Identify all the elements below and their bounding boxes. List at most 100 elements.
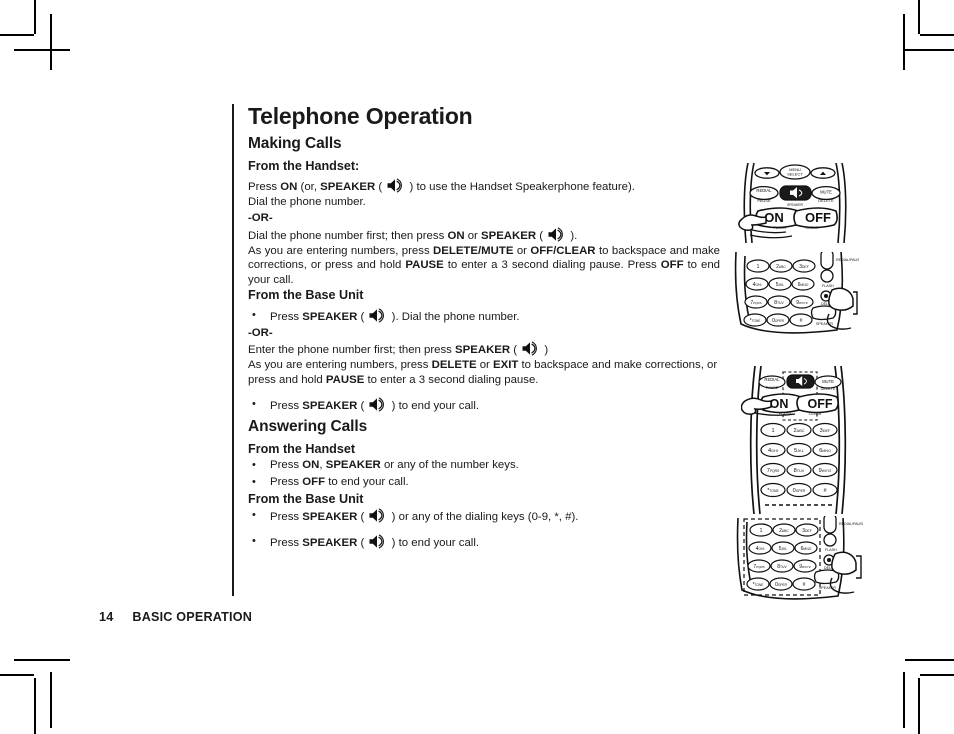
- main-content: Telephone Operation Making Calls From th…: [248, 103, 720, 552]
- section-heading-answering-calls: Answering Calls: [248, 417, 368, 435]
- text-press-6: Press: [270, 511, 303, 524]
- key-on-2: ON: [447, 229, 465, 242]
- crop-mark-bottom-left-inner-vertical: [50, 672, 52, 728]
- crop-mark-bottom-right-inner-vertical: [903, 672, 905, 728]
- key-pause-2: PAUSE: [325, 374, 365, 387]
- content-vertical-rule: [232, 104, 234, 596]
- crop-mark-top-right-inner-vertical: [903, 14, 905, 70]
- crop-mark-top-left-inner-vertical: [50, 14, 52, 70]
- svg-text:SPEAKER: SPEAKER: [787, 203, 804, 207]
- text-as-you-entering-2: As you are entering numbers, press: [248, 359, 432, 372]
- svg-text:PAUSE: PAUSE: [757, 198, 771, 203]
- page-number: 14: [99, 610, 114, 624]
- subheading-answering-from-handset: From the Handset: [248, 441, 356, 456]
- illustration-handset-top-keys: MENU SELECT REDIAL PAUSE MUTE DELETE SPE…: [734, 163, 856, 243]
- subheading-answering-from-base-unit: From the Base Unit: [248, 491, 364, 506]
- illustration-base-unit-dialing-keys: 1 2ABC 3DEF 4GHI 5JKL 6MNO 7PQRS 8TUV 9WXYZ *T…: [735, 516, 863, 614]
- crop-mark-top-right-inner-horizontal: [905, 49, 954, 51]
- text-press-7: Press: [270, 537, 303, 550]
- text-or-word: or: [464, 229, 482, 242]
- svg-text:FLASH: FLASH: [825, 548, 837, 552]
- text-open-paren: (: [375, 181, 386, 194]
- svg-text:DEL: DEL: [821, 302, 828, 306]
- speaker-icon: [521, 341, 540, 357]
- crop-mark-top-left-inner-horizontal: [14, 49, 70, 51]
- svg-text:MUTE: MUTE: [822, 379, 834, 384]
- crop-mark-bottom-right-horizontal: [920, 674, 954, 676]
- bullet-glyph: •: [252, 509, 256, 522]
- crop-mark-top-left-horizontal: [0, 34, 34, 36]
- speaker-icon: [368, 397, 387, 412]
- text-dialing-keys: ) or any of the dialing keys (0-9, *, #)…: [388, 511, 579, 524]
- svg-text:REDIAL: REDIAL: [756, 188, 772, 193]
- svg-text:#: #: [803, 582, 806, 588]
- svg-text:DELETE: DELETE: [818, 198, 834, 203]
- key-speaker-5: SPEAKER: [302, 399, 358, 412]
- speaker-icon: [368, 307, 387, 323]
- speaker-icon: [368, 534, 387, 549]
- key-speaker-3: SPEAKER: [302, 310, 358, 323]
- crop-mark-bottom-left-vertical: [34, 678, 36, 734]
- crop-mark-top-right-horizontal: [920, 34, 954, 36]
- svg-text:CLEAR: CLEAR: [805, 225, 818, 230]
- answering-handset-bullets: • Press ON, SPEAKER or any of the number …: [248, 458, 720, 489]
- handset-press-on-line: Press ON (or, SPEAKER ( ) to use the Han…: [248, 178, 720, 195]
- svg-text:1: 1: [757, 264, 760, 270]
- key-on-3: ON: [302, 459, 320, 472]
- key-speaker: SPEAKER: [320, 181, 376, 194]
- svg-text:PAUSE: PAUSE: [766, 386, 779, 390]
- footer-section-label: BASIC OPERATION: [132, 610, 253, 624]
- text-enter-first: Enter the phone number first; then press: [248, 344, 456, 357]
- text-3-second-pause-2: to enter a 3 second dialing pause.: [364, 374, 539, 387]
- key-speaker-6: SPEAKER: [325, 459, 381, 472]
- handset-dial-number-line: Dial the phone number.: [248, 196, 366, 209]
- crop-mark-bottom-left-horizontal: [0, 674, 34, 676]
- page-footer: 14 BASIC OPERATION: [99, 610, 252, 624]
- key-off-clear: OFF/CLEAR: [530, 244, 596, 257]
- svg-text:OFF: OFF: [808, 397, 833, 411]
- crop-mark-top-right-vertical: [918, 0, 920, 34]
- text-open-paren-4: (: [510, 344, 521, 357]
- key-speaker-8: SPEAKER: [302, 537, 358, 550]
- bullet-glyph: •: [252, 459, 256, 472]
- answering-base-unit-bullets: • Press SPEAKER ( ) or any of the dialing…: [248, 508, 720, 551]
- key-delete-mute: DELETE/MUTE: [433, 244, 514, 257]
- subheading-from-the-base-unit: From the Base Unit: [248, 288, 364, 303]
- base-unit-or-label: -OR-: [248, 326, 273, 339]
- key-off: OFF: [660, 259, 684, 272]
- text-or-word-3: or: [476, 359, 494, 372]
- text-close-paren-5: ): [541, 344, 549, 357]
- svg-text:SELECT: SELECT: [787, 171, 803, 176]
- text-as-you-entering: As you are entering numbers, press: [248, 244, 434, 257]
- text-use-handset-speakerphone: ) to use the Handset Speakerphone featur…: [406, 181, 635, 194]
- text-close-paren-period: ).: [567, 229, 578, 242]
- handset-corrections-paragraph: As you are entering numbers, press DELET…: [248, 244, 720, 288]
- base-unit-enter-first-line: Enter the phone number first; then press…: [248, 341, 720, 358]
- list-item: • Press SPEAKER ( ) to end your call.: [248, 534, 720, 551]
- bullet-glyph: •: [252, 535, 256, 548]
- svg-text:FLASH: FLASH: [822, 284, 834, 288]
- crop-mark-top-left-vertical: [34, 0, 36, 34]
- list-item: • Press OFF to end your call.: [248, 475, 720, 490]
- base-unit-corrections-paragraph: As you are entering numbers, press DELET…: [248, 358, 720, 388]
- svg-text:ON: ON: [770, 397, 789, 411]
- svg-text:DELETE: DELETE: [821, 387, 836, 391]
- crop-mark-bottom-right-vertical: [918, 678, 920, 734]
- page-title: Telephone Operation: [248, 103, 473, 129]
- text-dial-first: Dial the phone number first; then press: [248, 229, 448, 242]
- svg-text:REDIAL/PAUSE: REDIAL/PAUSE: [839, 522, 863, 526]
- svg-text:1: 1: [760, 528, 763, 534]
- text-open-paren-2: (: [536, 229, 547, 242]
- svg-text:OFF: OFF: [805, 210, 831, 225]
- speaker-icon: [547, 227, 566, 242]
- text-end-call-2: to end your call.: [325, 475, 409, 488]
- svg-text:ON: ON: [764, 210, 784, 225]
- svg-text:REDIAL: REDIAL: [764, 377, 780, 382]
- manual-page: Telephone Operation Making Calls From th…: [0, 0, 954, 734]
- text-open-paren-7: (: [357, 511, 368, 524]
- speaker-icon: [368, 508, 387, 523]
- text-dial-the-number: ). Dial the phone number.: [388, 310, 520, 323]
- text-or-word-2: or: [513, 244, 531, 257]
- key-delete: DELETE: [431, 359, 477, 372]
- key-speaker-7: SPEAKER: [302, 511, 358, 524]
